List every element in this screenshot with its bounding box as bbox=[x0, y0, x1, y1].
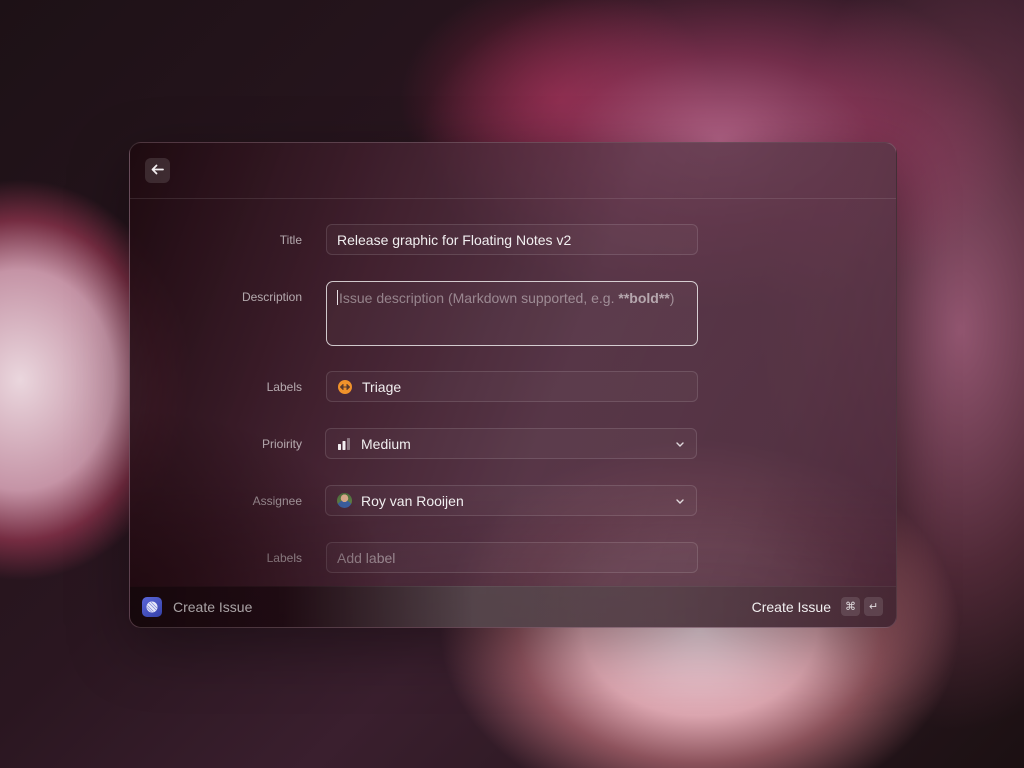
create-issue-button[interactable]: Create Issue bbox=[752, 599, 831, 615]
title-input[interactable]: Release graphic for Floating Notes v2 bbox=[326, 224, 698, 255]
cmd-key-icon: ⌘ bbox=[841, 597, 860, 616]
linear-logo-icon bbox=[142, 597, 162, 617]
priority-select[interactable]: Medium bbox=[325, 428, 697, 459]
priority-label: Prioirity bbox=[261, 437, 302, 451]
description-label: Description bbox=[241, 290, 302, 304]
assignee-label: Assignee bbox=[252, 494, 302, 508]
app-name: Create Issue bbox=[173, 599, 253, 615]
enter-key-icon: ↵ bbox=[864, 597, 883, 616]
back-button[interactable] bbox=[145, 158, 170, 183]
chevron-down-icon bbox=[676, 496, 684, 506]
triage-icon-slot bbox=[337, 379, 353, 395]
arrow-left-icon bbox=[151, 162, 164, 180]
add-label-input[interactable]: Add label bbox=[326, 542, 698, 573]
assignee-select[interactable]: Roy van Rooijen bbox=[325, 485, 697, 516]
placeholder-text: Issue description (Markdown supported, e… bbox=[339, 290, 619, 306]
add-labels-label: Labels bbox=[266, 551, 302, 565]
avatar bbox=[336, 493, 352, 508]
avatar-slot bbox=[336, 493, 352, 509]
labels-field[interactable]: Triage bbox=[326, 371, 698, 402]
title-value: Release graphic for Floating Notes v2 bbox=[337, 231, 572, 248]
priority-value: Medium bbox=[361, 435, 411, 452]
placeholder-bold-example: **bold** bbox=[618, 290, 670, 306]
title-label: Title bbox=[279, 233, 302, 247]
assignee-value: Roy van Rooijen bbox=[361, 492, 464, 509]
triage-icon bbox=[338, 379, 352, 394]
labels-label: Labels bbox=[266, 380, 302, 394]
description-placeholder: Issue description (Markdown supported, e… bbox=[337, 290, 674, 306]
description-textarea[interactable]: Issue description (Markdown supported, e… bbox=[326, 281, 698, 346]
chevron-down-icon bbox=[676, 439, 684, 449]
add-label-placeholder: Add label bbox=[337, 549, 396, 566]
text-caret bbox=[337, 290, 338, 305]
create-issue-panel: Title Release graphic for Floating Notes… bbox=[129, 142, 897, 628]
label-chip-triage[interactable]: Triage bbox=[362, 379, 401, 395]
placeholder-suffix: ) bbox=[669, 290, 675, 306]
panel-header bbox=[130, 143, 896, 199]
panel-footer: Create Issue Create Issue ⌘ ↵ bbox=[130, 586, 896, 627]
priority-medium-icon bbox=[336, 436, 352, 452]
